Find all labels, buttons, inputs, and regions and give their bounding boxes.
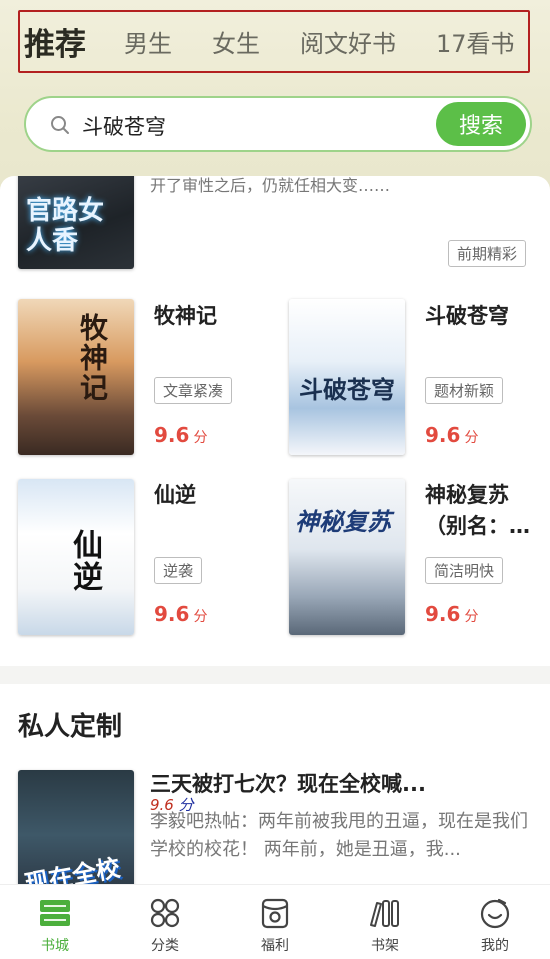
cover-title: 牧神记 (76, 313, 109, 403)
nav-label: 书城 (41, 938, 69, 954)
book-title[interactable]: 斗破苍穹 (425, 300, 509, 330)
tab-yuewen[interactable]: 阅文好书 (300, 24, 396, 59)
bookstore-icon (40, 900, 70, 926)
book-cover-custom[interactable]: 现在全校 (18, 770, 134, 884)
book-score: 9.6 分 (425, 602, 479, 626)
tab-17kan[interactable]: 17看书 (436, 24, 515, 59)
nav-profile[interactable]: 我的 (440, 885, 550, 959)
book-score: 9.6 分 (154, 602, 208, 626)
featured-cover-title: 官路女人香 (26, 196, 105, 256)
book-cover-doupo[interactable]: 斗破苍穹 (289, 299, 405, 455)
nav-bookshelf[interactable]: 书架 (330, 885, 440, 959)
book-tag: 逆袭 (154, 557, 203, 584)
featured-badge: 前期精彩 (448, 240, 527, 267)
search-button[interactable]: 搜索 (436, 102, 526, 146)
featured-description: 开了审性之后，仍就任相大变…… (150, 176, 391, 195)
nav-category[interactable]: 分类 (110, 885, 220, 959)
tab-female[interactable]: 女生 (212, 24, 260, 59)
book-score: 9.6 分 (425, 423, 479, 447)
welfare-icon (261, 898, 289, 929)
book-cover-featured[interactable]: 官路女人香 (18, 176, 134, 269)
cover-title: 仙逆 (67, 529, 102, 593)
search-bar[interactable]: 斗破苍穹 搜索 (24, 96, 532, 152)
cover-title: 现在全校 (22, 853, 123, 884)
book-cover-shenmifusu[interactable]: 神秘复苏 (289, 479, 405, 635)
book-title[interactable]: 神秘复苏 (425, 479, 509, 509)
book-cover-xianni[interactable]: 仙逆 (18, 479, 134, 635)
book-tag: 简洁明快 (425, 557, 504, 584)
cover-title: 斗破苍穹 (299, 375, 395, 404)
book-score: 9.6 分 (154, 423, 208, 447)
nav-bookstore[interactable]: 书城 (0, 885, 110, 959)
nav-label: 书架 (371, 938, 399, 954)
search-input[interactable]: 斗破苍穹 (82, 111, 166, 141)
custom-section: 私人定制 现在全校 三天被打七次？现在全校喊... 9.6 分 李毅吧热帖：两年… (0, 684, 550, 884)
cover-title: 神秘复苏 (295, 507, 391, 536)
book-title[interactable]: 仙逆 (154, 479, 196, 509)
nav-welfare[interactable]: 福利 (220, 885, 330, 959)
channel-tabs: 推荐 男生 女生 阅文好书 17看书 (18, 10, 530, 73)
book-cover-mushenji[interactable]: 牧神记 (18, 299, 134, 455)
profile-icon (480, 898, 510, 929)
tab-recommend[interactable]: 推荐 (24, 19, 86, 64)
bookshelf-icon (370, 900, 399, 927)
nav-label: 我的 (481, 938, 509, 954)
book-tag: 文章紧凑 (154, 377, 233, 404)
tab-male[interactable]: 男生 (124, 24, 172, 59)
bottom-navigation: 书城 分类 福利 书架 我的 (0, 884, 550, 959)
custom-book-description: 李毅吧热帖：两年前被我甩的丑逼，现在是我们学校的校花！ 两年前，她是丑逼，我..… (150, 811, 528, 860)
search-icon (51, 116, 69, 134)
recommend-card: 官路女人香 开了审性之后，仍就任相大变…… 前期精彩 牧神记 牧神记 文章紧凑 … (0, 176, 550, 666)
nav-label: 分类 (151, 938, 179, 954)
book-title-alias: （别名：… (425, 514, 530, 538)
book-tag: 题材新颖 (425, 377, 504, 404)
book-title[interactable]: 牧神记 (154, 300, 217, 330)
section-title: 私人定制 (18, 712, 123, 742)
category-icon (150, 898, 180, 928)
nav-label: 福利 (261, 938, 289, 954)
